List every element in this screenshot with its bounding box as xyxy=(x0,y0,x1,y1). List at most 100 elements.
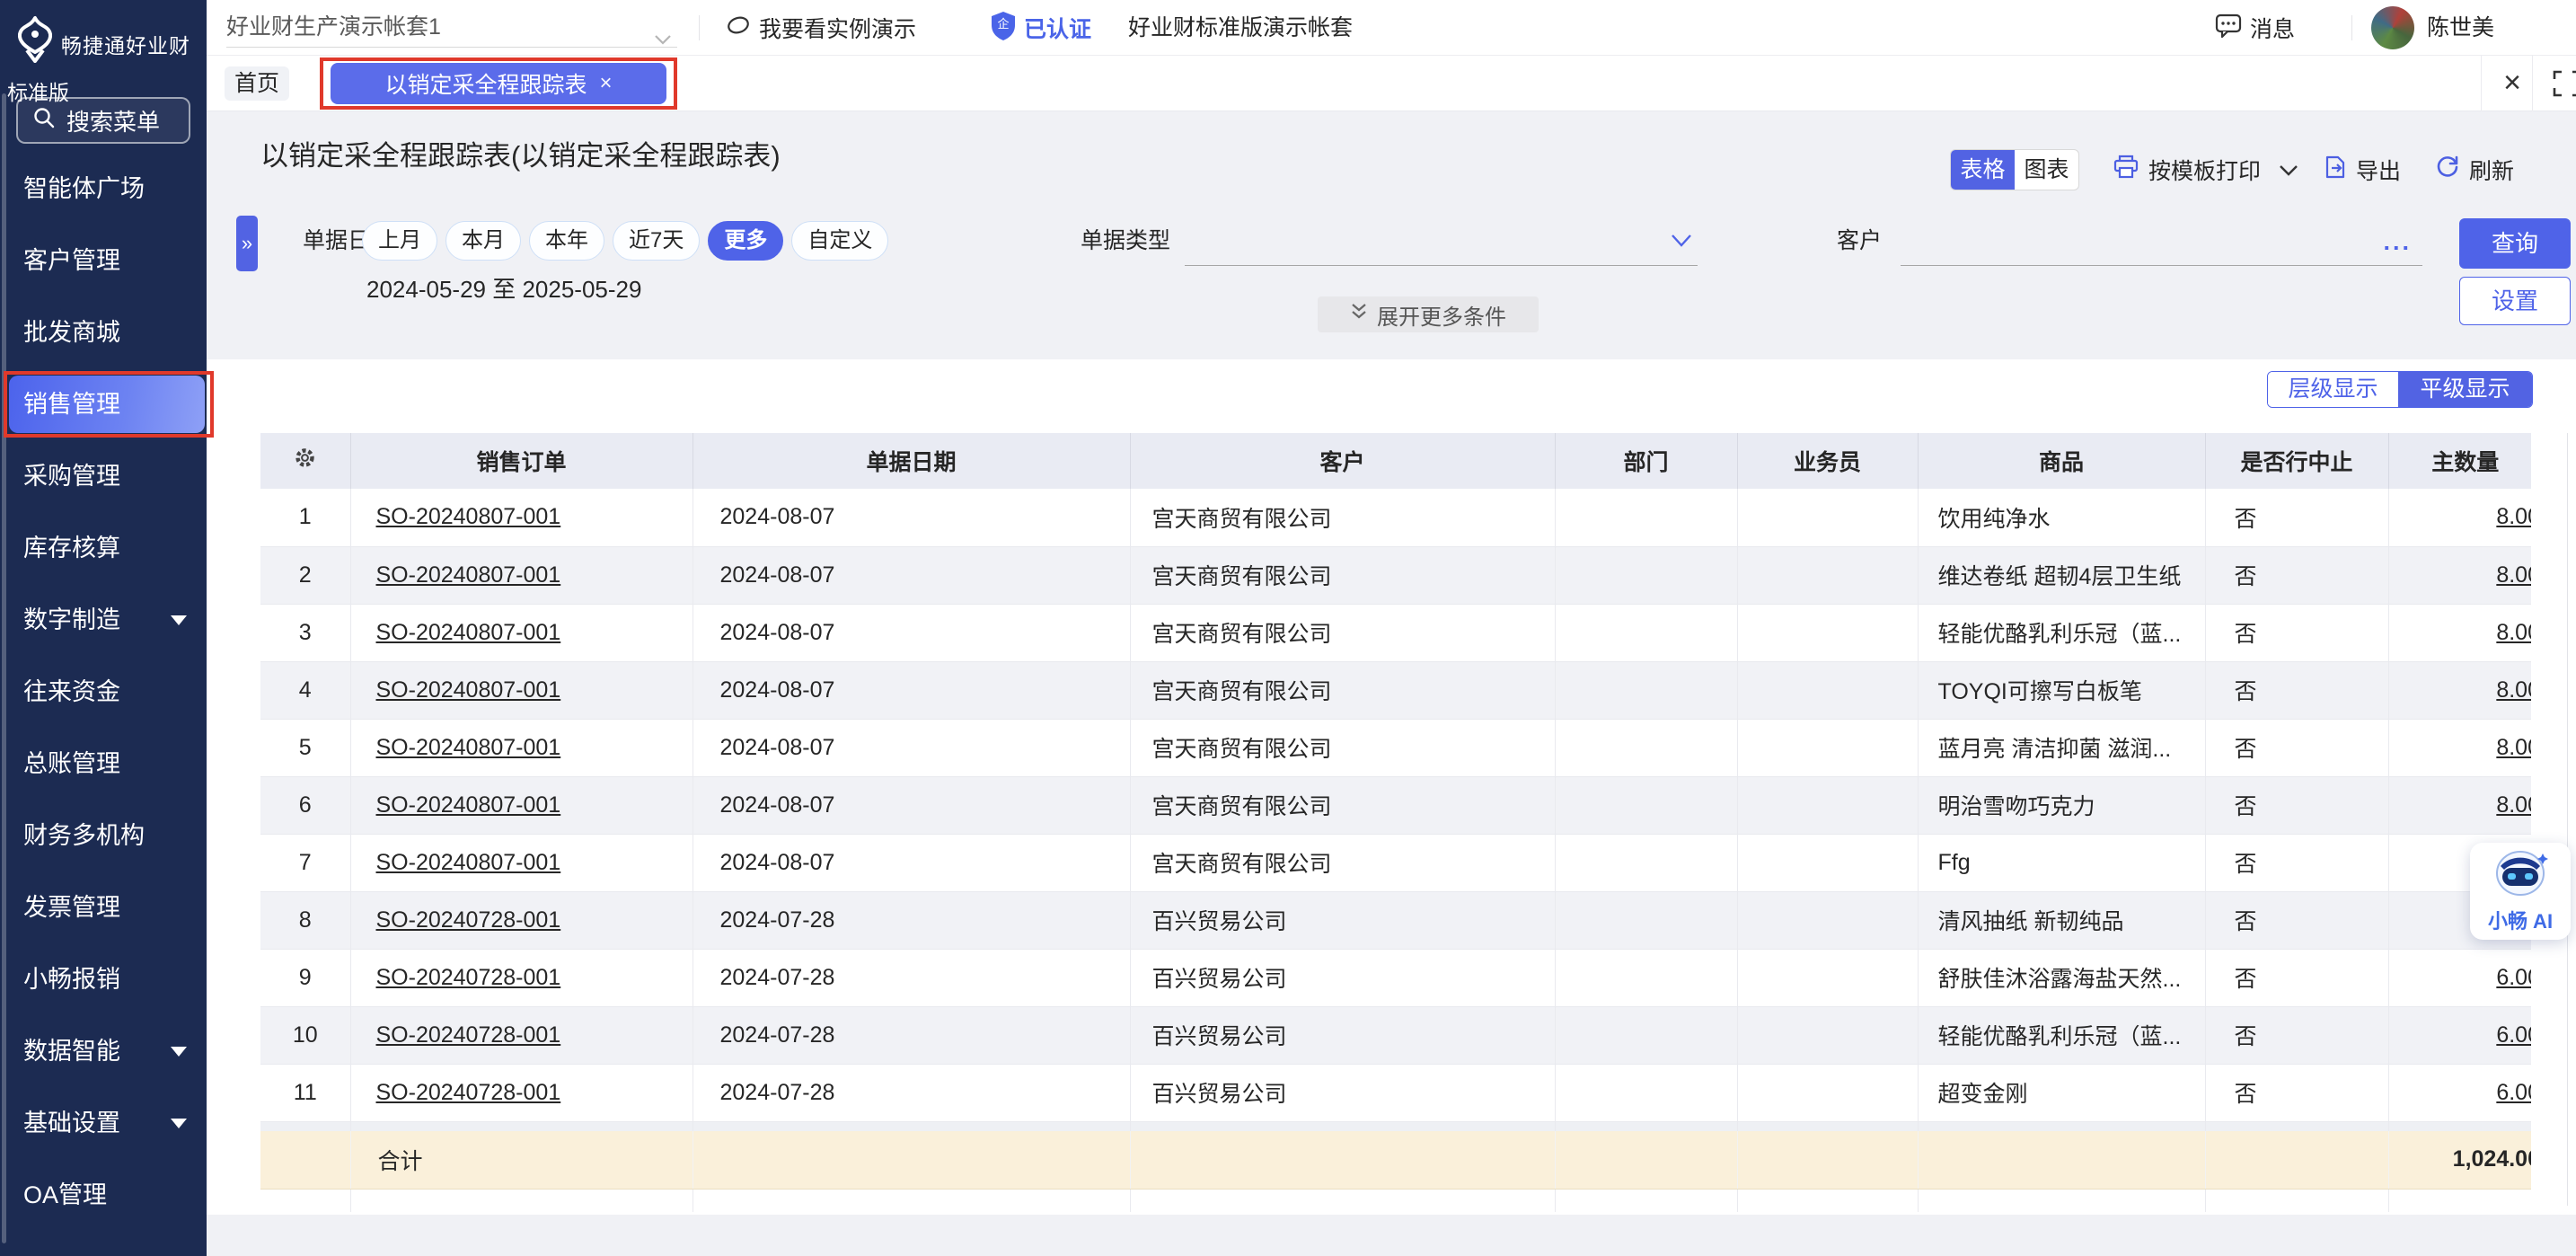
column-header[interactable]: 主数量 xyxy=(2388,433,2531,489)
sidebar-item[interactable]: 库存核算 xyxy=(0,512,207,584)
sales-order-cell: SO-20240728-001 xyxy=(350,1064,693,1121)
sidebar-item[interactable]: 往来资金 xyxy=(0,656,207,728)
sidebar-item[interactable]: 基础设置 xyxy=(0,1087,207,1159)
sales-order-link[interactable]: SO-20240807-001 xyxy=(376,504,561,529)
tab-close-icon[interactable]: × xyxy=(600,71,613,96)
date-option-pill[interactable]: 自定义 xyxy=(791,221,888,261)
column-header[interactable]: 部门 xyxy=(1555,433,1737,489)
sales-order-link[interactable]: SO-20240728-001 xyxy=(376,1080,561,1105)
main-qty-link[interactable]: 8.00 xyxy=(2496,792,2531,818)
date-option-pill[interactable]: 本年 xyxy=(529,221,604,261)
sidebar-item-label: 发票管理 xyxy=(23,894,120,921)
sidebar-item[interactable]: 发票管理 xyxy=(0,871,207,943)
sidebar-item[interactable]: OA管理 xyxy=(0,1159,207,1231)
messages-button[interactable]: 消息 xyxy=(2215,0,2295,56)
menu-search-input[interactable]: 搜索菜单 xyxy=(16,97,190,144)
main-qty-link[interactable]: 8.00 xyxy=(2496,562,2531,588)
department-cell xyxy=(1555,949,1737,1006)
fullscreen-icon[interactable] xyxy=(2553,70,2576,102)
row-number-cell: 6 xyxy=(260,776,350,834)
total-cell xyxy=(260,1131,350,1189)
column-header[interactable]: 销售订单 xyxy=(350,433,693,489)
export-button[interactable]: 导出 xyxy=(2322,149,2401,190)
sidebar-scrollbar[interactable] xyxy=(2,93,6,1243)
sales-order-link[interactable]: SO-20240807-001 xyxy=(376,850,561,875)
view-toggle-table[interactable]: 表格 xyxy=(1951,150,2015,190)
tab-home[interactable]: 首页 xyxy=(225,66,289,101)
display-hierarchy-button[interactable]: 层级显示 xyxy=(2268,372,2398,407)
date-option-pill[interactable]: 本月 xyxy=(446,221,521,261)
collapse-filter-button[interactable]: » xyxy=(236,216,258,271)
column-header[interactable]: 商品 xyxy=(1918,433,2205,489)
sidebar-item[interactable]: 批发商城 xyxy=(0,296,207,368)
column-header[interactable]: 单据日期 xyxy=(693,433,1130,489)
sales-order-link[interactable]: SO-20240807-001 xyxy=(376,562,561,588)
account-set-selector[interactable]: 好业财生产演示帐套1 xyxy=(226,8,677,48)
view-toggle: 表格 图表 xyxy=(1950,149,2079,190)
sales-order-link[interactable]: SO-20240807-001 xyxy=(376,677,561,703)
main-qty-link[interactable]: 8.00 xyxy=(2496,735,2531,760)
sidebar-item[interactable]: 智能体广场 xyxy=(0,153,207,225)
sales-order-link[interactable]: SO-20240807-001 xyxy=(376,735,561,760)
sales-order-cell: SO-20240807-001 xyxy=(350,489,693,546)
date-option-pill[interactable]: 上月 xyxy=(362,221,437,261)
certified-shield-icon: 企 xyxy=(990,10,1017,47)
display-flat-button[interactable]: 平级显示 xyxy=(2398,372,2532,407)
sales-order-link[interactable]: SO-20240807-001 xyxy=(376,792,561,818)
view-toggle-chart[interactable]: 图表 xyxy=(2015,150,2078,190)
customer-picker-ellipsis[interactable]: ... xyxy=(2383,228,2412,256)
sidebar-item[interactable]: 采购管理 xyxy=(0,440,207,512)
column-header[interactable]: 业务员 xyxy=(1737,433,1918,489)
sidebar-item[interactable]: 小畅报销 xyxy=(0,943,207,1015)
doc-date-cell: 2024-08-07 xyxy=(693,489,1130,546)
doc-date-cell: 2024-07-28 xyxy=(693,1064,1130,1121)
column-header[interactable]: 客户 xyxy=(1130,433,1555,489)
user-name: 陈世美 xyxy=(2427,0,2494,56)
partial-cell xyxy=(1918,1121,2205,1131)
sidebar-item[interactable]: 财务多机构 xyxy=(0,800,207,871)
date-option-pill[interactable]: 更多 xyxy=(708,221,783,261)
sales-order-link[interactable]: SO-20240728-001 xyxy=(376,907,561,933)
close-all-tabs-icon[interactable]: × xyxy=(2492,56,2532,110)
main-qty-link[interactable]: 8.00 xyxy=(2496,504,2531,529)
sidebar-item[interactable]: 总账管理 xyxy=(0,728,207,800)
sidebar-item-label: 基础设置 xyxy=(23,1110,120,1137)
main-qty-link[interactable]: 6.00 xyxy=(2496,1022,2531,1048)
sidebar-item-label: 智能体广场 xyxy=(23,175,145,202)
certified-badge[interactable]: 企 已认证 xyxy=(990,0,1091,56)
tab-active-report[interactable]: 以销定采全程跟踪表 × xyxy=(331,63,666,104)
display-mode-toggle: 层级显示 平级显示 xyxy=(2267,371,2533,408)
column-header[interactable]: 是否行中止 xyxy=(2205,433,2388,489)
settings-button[interactable]: 设置 xyxy=(2459,277,2571,325)
print-by-template-button[interactable]: 按模板打印 xyxy=(2113,149,2298,190)
sales-order-link[interactable]: SO-20240807-001 xyxy=(376,620,561,645)
sidebar-item[interactable]: 客户管理 xyxy=(0,225,207,296)
main-qty-link[interactable]: 8.00 xyxy=(2496,677,2531,703)
gear-icon[interactable] xyxy=(293,446,317,470)
doc-type-select[interactable] xyxy=(1185,221,1698,266)
sales-order-link[interactable]: SO-20240728-001 xyxy=(376,965,561,990)
date-range-value[interactable]: 2024-05-29 至 2025-05-29 xyxy=(366,271,641,305)
demo-link[interactable]: 我要看实例演示 xyxy=(726,0,916,56)
sidebar-item[interactable]: 数字制造 xyxy=(0,584,207,656)
customer-input[interactable]: ... xyxy=(1901,221,2422,266)
sales-order-cell: SO-20240807-001 xyxy=(350,834,693,891)
sidebar-item[interactable]: 销售管理 xyxy=(0,368,207,440)
main-qty-link[interactable]: 8.00 xyxy=(2496,620,2531,645)
main-qty-link[interactable]: 6.00 xyxy=(2496,1080,2531,1105)
main-qty-link[interactable]: 6.00 xyxy=(2496,965,2531,990)
salesperson-cell xyxy=(1737,834,1918,891)
query-button[interactable]: 查询 xyxy=(2459,218,2571,269)
customer-cell: 百兴贸易公司 xyxy=(1130,1006,1555,1064)
halted-cell: 否 xyxy=(2205,834,2388,891)
sales-order-cell: SO-20240728-001 xyxy=(350,1006,693,1064)
doc-date-cell: 2024-08-07 xyxy=(693,719,1130,776)
user-avatar[interactable] xyxy=(2371,6,2414,49)
table-scrollbar-track[interactable] xyxy=(2567,433,2568,1206)
sales-order-link[interactable]: SO-20240728-001 xyxy=(376,1022,561,1048)
date-option-pill[interactable]: 近7天 xyxy=(613,221,700,261)
expand-more-conditions-button[interactable]: 展开更多条件 xyxy=(1318,296,1539,332)
sidebar-item[interactable]: 数据智能 xyxy=(0,1015,207,1087)
refresh-button[interactable]: 刷新 xyxy=(2435,149,2514,190)
ai-assistant-button[interactable]: 小畅 AI xyxy=(2470,843,2571,940)
